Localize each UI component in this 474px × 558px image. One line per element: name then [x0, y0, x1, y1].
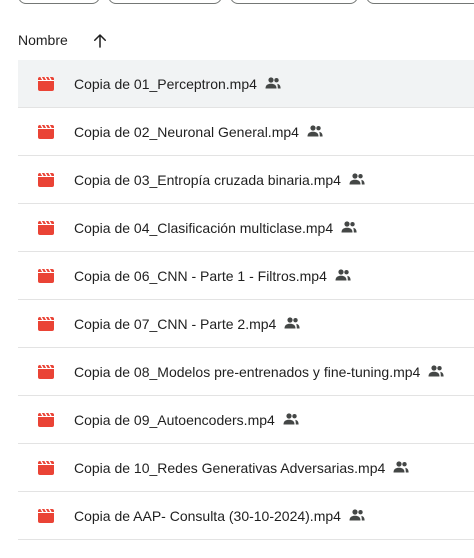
filter-chip-type[interactable]: [18, 0, 100, 4]
name-column-header[interactable]: Nombre: [18, 32, 68, 48]
filter-chip-people[interactable]: [108, 0, 222, 4]
video-file-icon: [38, 461, 54, 475]
file-name-wrapper: Copia de 01_Perceptron.mp4: [74, 75, 281, 93]
file-name-wrapper: Copia de 02_Neuronal General.mp4: [74, 123, 323, 141]
video-file-icon: [38, 365, 54, 379]
file-name: Copia de 03_Entropía cruzada binaria.mp4: [74, 172, 341, 188]
file-row[interactable]: Copia de 02_Neuronal General.mp4: [18, 108, 474, 156]
video-file-icon: [38, 317, 54, 331]
file-name-wrapper: Copia de 09_Autoencoders.mp4: [74, 411, 299, 429]
file-row[interactable]: Copia de 04_Clasificación multiclase.mp4: [18, 204, 474, 252]
shared-people-icon: [283, 413, 299, 425]
video-file-icon: [38, 125, 54, 139]
file-name: Copia de 02_Neuronal General.mp4: [74, 124, 299, 140]
file-list: Copia de 01_Perceptron.mp4 Copia de 02_Ne…: [18, 60, 474, 540]
file-name-wrapper: Copia de 08_Modelos pre-entrenados y fin…: [74, 363, 444, 381]
file-name-wrapper: Copia de AAP- Consulta (30-10-2024).mp4: [74, 507, 365, 525]
video-file-icon: [38, 413, 54, 427]
shared-people-icon: [265, 77, 281, 89]
arrow-up-icon[interactable]: [91, 32, 109, 50]
file-row[interactable]: Copia de 01_Perceptron.mp4: [18, 60, 474, 108]
filter-chip-source[interactable]: [366, 0, 474, 4]
video-file-icon: [38, 173, 54, 187]
file-name: Copia de AAP- Consulta (30-10-2024).mp4: [74, 508, 341, 524]
file-name: Copia de 09_Autoencoders.mp4: [74, 412, 275, 428]
shared-people-icon: [393, 461, 409, 473]
video-file-icon: [38, 269, 54, 283]
file-name-wrapper: Copia de 06_CNN - Parte 1 - Filtros.mp4: [74, 267, 351, 285]
file-name: Copia de 01_Perceptron.mp4: [74, 76, 257, 92]
file-name-wrapper: Copia de 10_Redes Generativas Adversaria…: [74, 459, 409, 477]
file-name: Copia de 07_CNN - Parte 2.mp4: [74, 316, 277, 332]
file-row[interactable]: Copia de 06_CNN - Parte 1 - Filtros.mp4: [18, 252, 474, 300]
file-row[interactable]: Copia de 07_CNN - Parte 2.mp4: [18, 300, 474, 348]
shared-people-icon: [307, 125, 323, 137]
shared-people-icon: [335, 269, 351, 281]
video-file-icon: [38, 509, 54, 523]
shared-people-icon: [349, 173, 365, 185]
file-name-wrapper: Copia de 07_CNN - Parte 2.mp4: [74, 315, 300, 333]
file-name-wrapper: Copia de 03_Entropía cruzada binaria.mp4: [74, 171, 365, 189]
file-row[interactable]: Copia de 09_Autoencoders.mp4: [18, 396, 474, 444]
filter-chips: [0, 0, 474, 4]
video-file-icon: [38, 221, 54, 235]
shared-people-icon: [284, 317, 300, 329]
video-file-icon: [38, 77, 54, 91]
file-row[interactable]: Copia de 03_Entropía cruzada binaria.mp4: [18, 156, 474, 204]
list-header: Nombre: [0, 24, 474, 60]
shared-people-icon: [428, 365, 444, 377]
file-name: Copia de 04_Clasificación multiclase.mp4: [74, 220, 334, 236]
file-row[interactable]: Copia de AAP- Consulta (30-10-2024).mp4: [18, 492, 474, 540]
file-row[interactable]: Copia de 08_Modelos pre-entrenados y fin…: [18, 348, 474, 396]
file-name: Copia de 08_Modelos pre-entrenados y fin…: [74, 364, 421, 380]
file-name-wrapper: Copia de 04_Clasificación multiclase.mp4: [74, 219, 357, 237]
file-name: Copia de 10_Redes Generativas Adversaria…: [74, 460, 386, 476]
shared-people-icon: [349, 509, 365, 521]
file-name: Copia de 06_CNN - Parte 1 - Filtros.mp4: [74, 268, 327, 284]
filter-chip-modified[interactable]: [230, 0, 358, 4]
shared-people-icon: [341, 221, 357, 233]
file-row[interactable]: Copia de 10_Redes Generativas Adversaria…: [18, 444, 474, 492]
